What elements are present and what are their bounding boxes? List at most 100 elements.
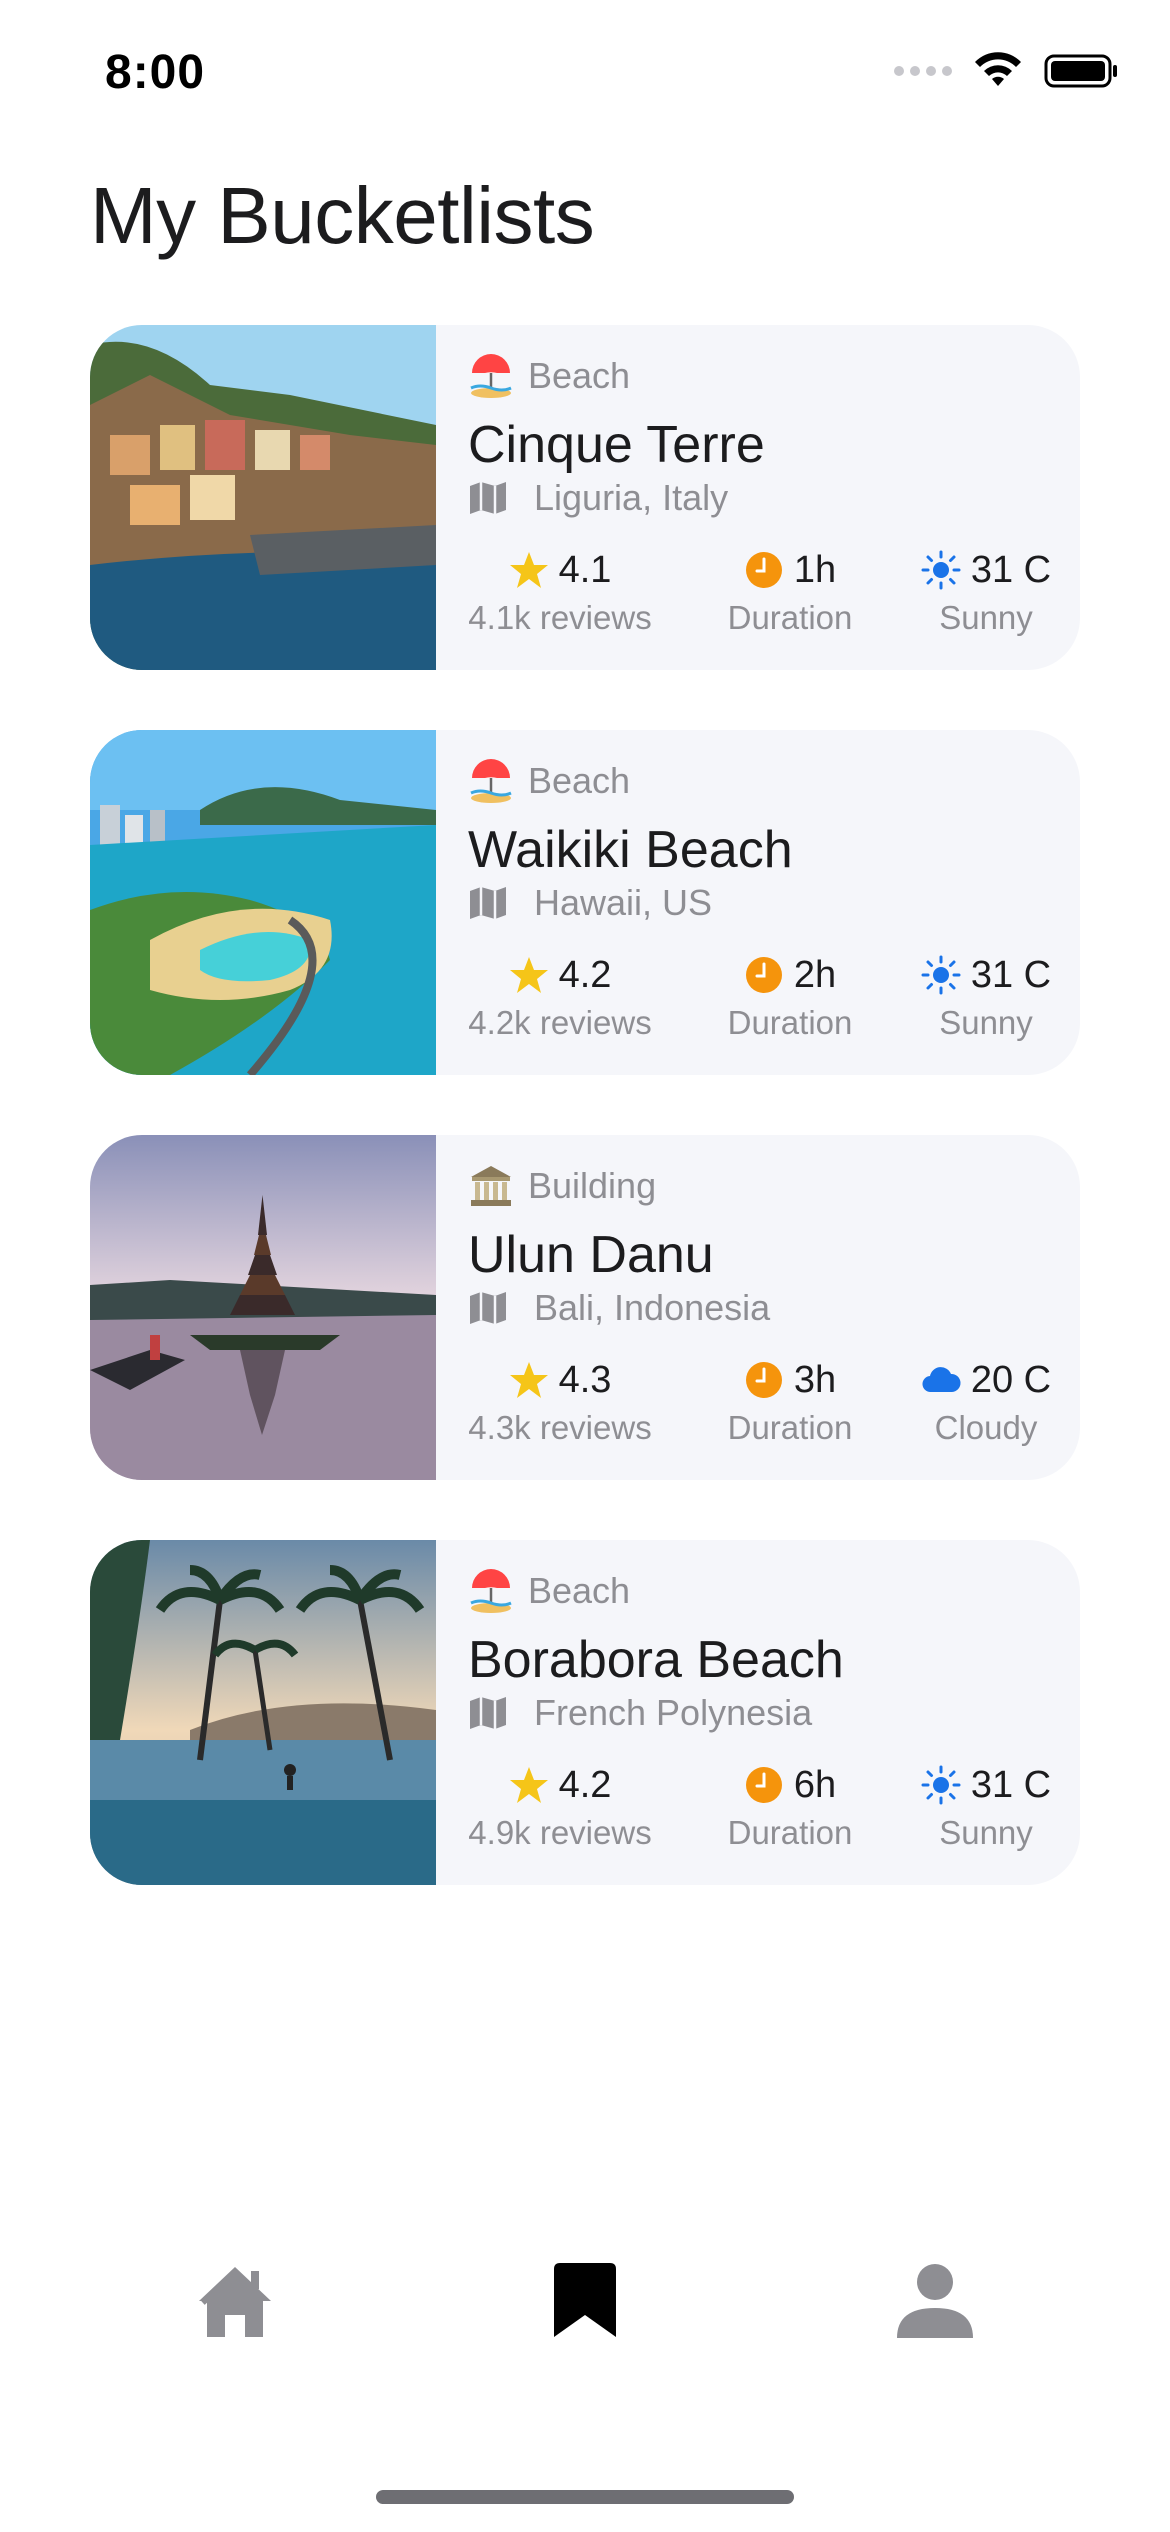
rating-stat: 4.2 4.9k reviews	[460, 1758, 660, 1852]
duration-value: 6h	[793, 1763, 837, 1806]
map-icon	[470, 887, 506, 919]
category: Beach	[468, 758, 630, 804]
category-label: Building	[528, 1165, 657, 1206]
temperature-value: 31 C	[970, 548, 1052, 591]
bucketlist-card[interactable]: Beach Cinque Terre Liguria, Italy 4.1 4.…	[90, 325, 1080, 670]
destination-title: Cinque Terre	[468, 416, 765, 474]
page-title: My Bucketlists	[90, 171, 595, 260]
bucketlist-list: Beach Cinque Terre Liguria, Italy 4.1 4.…	[90, 325, 1080, 1945]
beach-umbrella-icon	[470, 354, 512, 398]
stats: 4.2 4.9k reviews 6h Duration 31 C Sunny	[468, 1758, 1052, 1868]
bucketlist-card[interactable]: Beach Waikiki Beach Hawaii, US 4.2 4.2k …	[90, 730, 1080, 1075]
bucketlist-card[interactable]: Beach Borabora Beach French Polynesia 4.…	[90, 1540, 1080, 1885]
home-indicator	[376, 2490, 794, 2504]
duration-label: Duration	[727, 599, 853, 636]
reviews-count: 4.9k reviews	[468, 1814, 652, 1851]
category: Beach	[468, 1568, 630, 1614]
destination-photo	[90, 1540, 436, 1885]
category-label: Beach	[528, 355, 631, 396]
reviews-count: 4.1k reviews	[468, 599, 652, 636]
weather-stat: 31 C Sunny	[886, 948, 1080, 1042]
duration-label: Duration	[727, 1409, 853, 1446]
cloud-icon	[922, 1367, 961, 1393]
sun-icon	[921, 955, 961, 995]
reviews-count: 4.3k reviews	[468, 1409, 652, 1446]
star-icon	[509, 957, 548, 993]
bucketlist-card[interactable]: Building Ulun Danu Bali, Indonesia 4.3 4…	[90, 1135, 1080, 1480]
category-label: Beach	[528, 1570, 631, 1611]
beach-umbrella-icon	[470, 759, 512, 803]
location: Hawaii, US	[468, 882, 712, 924]
bucketlist-screen: 8:00 My Bucketlists Beach Cinque Terre L…	[0, 0, 1170, 2532]
weather-label: Sunny	[939, 599, 1033, 636]
location-label: Liguria, Italy	[534, 477, 729, 518]
reviews-count: 4.2k reviews	[468, 1004, 652, 1041]
clock-icon	[745, 1362, 782, 1398]
sun-icon	[921, 550, 961, 590]
destination-photo	[90, 1135, 436, 1480]
category: Building	[468, 1163, 656, 1209]
tab-bar	[0, 2240, 1170, 2360]
weather-label: Sunny	[939, 1004, 1033, 1041]
duration-label: Duration	[727, 1814, 853, 1851]
stats: 4.2 4.2k reviews 2h Duration 31 C Sunny	[468, 948, 1052, 1058]
battery-icon	[1044, 54, 1117, 88]
destination-title: Ulun Danu	[468, 1226, 714, 1284]
beach-umbrella-icon	[470, 1569, 512, 1613]
status-time: 8:00	[105, 46, 206, 99]
temperature-value: 20 C	[970, 1358, 1052, 1401]
duration-stat: 3h Duration	[690, 1353, 890, 1447]
location: French Polynesia	[468, 1692, 812, 1734]
duration-label: Duration	[727, 1004, 853, 1041]
tab-home[interactable]	[175, 2240, 295, 2360]
stats: 4.3 4.3k reviews 3h Duration 20 C Cloudy	[468, 1353, 1052, 1463]
home-icon	[199, 2267, 271, 2337]
temperature-value: 31 C	[970, 1763, 1052, 1806]
wifi-icon	[975, 52, 1021, 86]
stats: 4.1 4.1k reviews 1h Duration 31 C Sunny	[468, 543, 1052, 653]
duration-value: 1h	[793, 548, 837, 591]
duration-stat: 1h Duration	[690, 543, 890, 637]
clock-icon	[745, 552, 782, 588]
rating-value: 4.2	[558, 1763, 612, 1806]
weather-label: Cloudy	[934, 1409, 1038, 1446]
location-label: Bali, Indonesia	[534, 1287, 771, 1328]
map-icon	[470, 1292, 506, 1324]
cellular-signal-icon	[894, 66, 952, 76]
sun-icon	[921, 1765, 961, 1805]
destination-title: Borabora Beach	[468, 1631, 844, 1689]
temperature-value: 31 C	[970, 953, 1052, 996]
classical-building-icon	[471, 1166, 511, 1206]
status-icons	[894, 52, 1118, 90]
person-icon	[897, 2264, 973, 2338]
location: Bali, Indonesia	[468, 1287, 770, 1329]
weather-label: Sunny	[939, 1814, 1033, 1851]
tab-bucketlist[interactable]	[525, 2240, 645, 2360]
destination-title: Waikiki Beach	[468, 821, 793, 879]
weather-stat: 31 C Sunny	[886, 543, 1080, 637]
clock-icon	[745, 1767, 782, 1803]
duration-stat: 6h Duration	[690, 1758, 890, 1852]
location-label: Hawaii, US	[534, 882, 713, 923]
map-icon	[470, 482, 506, 514]
weather-stat: 31 C Sunny	[886, 1758, 1080, 1852]
rating-stat: 4.2 4.2k reviews	[460, 948, 660, 1042]
duration-value: 3h	[793, 1358, 837, 1401]
category-label: Beach	[528, 760, 631, 801]
rating-value: 4.1	[558, 548, 612, 591]
destination-photo	[90, 325, 436, 670]
destination-photo	[90, 730, 436, 1075]
tab-profile[interactable]	[875, 2240, 995, 2360]
map-icon	[470, 1697, 506, 1729]
status-bar: 8:00	[0, 0, 1170, 150]
rating-value: 4.2	[558, 953, 612, 996]
star-icon	[509, 1767, 548, 1803]
rating-stat: 4.3 4.3k reviews	[460, 1353, 660, 1447]
location: Liguria, Italy	[468, 477, 728, 519]
location-label: French Polynesia	[534, 1692, 813, 1733]
star-icon	[509, 1362, 548, 1398]
duration-value: 2h	[793, 953, 837, 996]
duration-stat: 2h Duration	[690, 948, 890, 1042]
star-icon	[509, 552, 548, 588]
rating-value: 4.3	[558, 1358, 612, 1401]
